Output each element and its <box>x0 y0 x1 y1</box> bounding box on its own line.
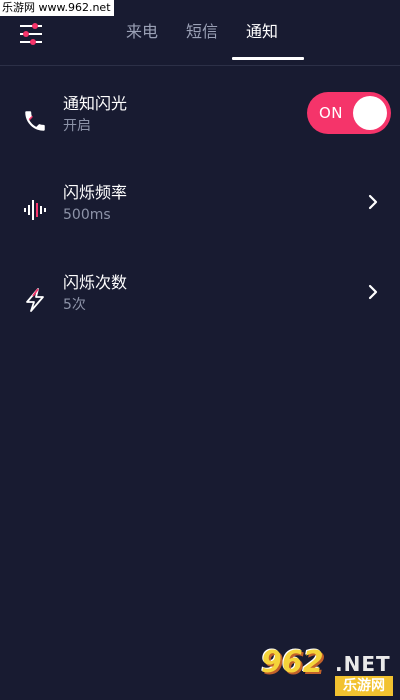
lightning-icon <box>22 287 48 313</box>
app-screen: 乐游网 www.962.net 来电 短信 通知 通知闪光 开启 ON 闪烁频率… <box>0 0 400 700</box>
setting-row-flash-frequency[interactable]: 闪烁频率 500ms <box>0 181 400 241</box>
setting-title: 通知闪光 <box>63 94 128 113</box>
tab-bar: 来电 短信 通知 <box>112 0 305 66</box>
logo-number: 962 <box>261 645 324 680</box>
tab-sms[interactable]: 短信 <box>172 0 232 66</box>
chevron-right-icon <box>366 283 380 301</box>
notify-flash-toggle[interactable]: ON <box>307 92 391 134</box>
site-watermark: 乐游网 www.962.net <box>0 0 114 16</box>
chevron-right-icon <box>366 193 380 211</box>
phone-icon <box>22 108 48 134</box>
setting-title: 闪烁次数 <box>63 273 128 292</box>
waveform-icon <box>22 197 48 223</box>
setting-value: 5次 <box>63 297 86 313</box>
site-logo-watermark: 962 .NET 乐游网 <box>261 646 397 698</box>
tab-incoming-call[interactable]: 来电 <box>112 0 172 66</box>
toggle-label: ON <box>319 104 344 122</box>
tab-notification[interactable]: 通知 <box>232 0 305 66</box>
setting-row-flash-count[interactable]: 闪烁次数 5次 <box>0 271 400 331</box>
logo-net: .NET <box>335 652 391 676</box>
toggle-knob <box>353 96 387 130</box>
settings-sliders-icon[interactable] <box>18 22 44 46</box>
setting-title: 闪烁频率 <box>63 183 128 202</box>
setting-value: 500ms <box>63 207 111 223</box>
logo-site: 乐游网 <box>335 676 393 696</box>
setting-value: 开启 <box>63 118 91 134</box>
